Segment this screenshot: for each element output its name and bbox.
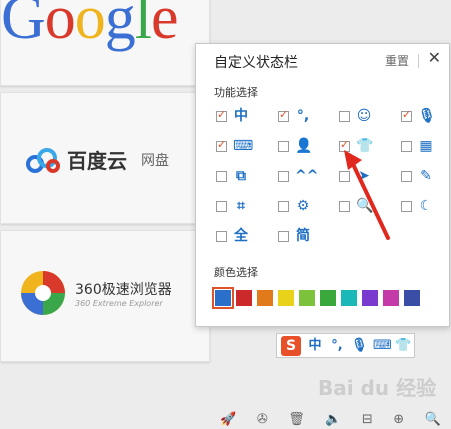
toolbar-icon[interactable]: 🗑	[288, 412, 305, 427]
option-checkbox[interactable]	[278, 140, 289, 152]
option-icon: 🎙	[418, 108, 436, 124]
function-option[interactable]: ☺	[339, 109, 372, 123]
baidu-pan-label: 网盘	[141, 152, 169, 169]
option-icon: 简	[296, 228, 310, 244]
google-logo: Google	[1, 0, 179, 52]
color-section-label: 颜色选择	[214, 266, 258, 279]
reset-button[interactable]: 重置	[385, 52, 409, 69]
option-checkbox[interactable]	[216, 108, 227, 122]
ime-status-bar[interactable]: S 中 °, 🎙 ⌨ 👕	[276, 333, 415, 358]
toolbar-icon[interactable]: ⊕	[393, 412, 404, 427]
panel-title: 自定义状态栏	[214, 55, 298, 71]
color-swatch[interactable]	[362, 290, 378, 306]
option-icon: ⌨	[233, 138, 254, 154]
option-icon: ☾	[419, 198, 433, 214]
function-option[interactable]: 简	[278, 229, 311, 243]
option-checkbox[interactable]	[278, 230, 289, 242]
function-option[interactable]: ☾	[401, 199, 434, 213]
baidu-cloud-tile[interactable]: 百度云 网盘	[0, 92, 210, 224]
color-swatch[interactable]	[212, 287, 234, 309]
function-option[interactable]: ⌨	[216, 138, 254, 154]
option-icon: 中	[234, 108, 248, 124]
color-swatch[interactable]	[383, 290, 399, 306]
option-checkbox[interactable]	[401, 108, 412, 122]
toolbar-icon[interactable]: 🚀	[220, 412, 236, 427]
color-swatch[interactable]	[278, 290, 294, 306]
function-option[interactable]: 🎙	[401, 108, 436, 124]
option-icon: ⧉	[236, 168, 246, 184]
toolbar-icon[interactable]: 🔈	[325, 412, 341, 427]
ime-status-icon[interactable]: 🎙	[351, 339, 368, 352]
toolbar-icon[interactable]: ✇	[257, 412, 268, 427]
color-swatches	[212, 287, 420, 309]
option-checkbox[interactable]	[401, 140, 412, 152]
ime-status-icon[interactable]: 中	[307, 339, 323, 352]
option-icon: ▦	[419, 138, 433, 154]
ime-status-icon[interactable]: 👕	[395, 339, 411, 352]
function-option[interactable]: ⚙	[278, 199, 311, 213]
option-icon: ☺	[356, 108, 372, 124]
google-tile[interactable]: Google	[0, 0, 210, 86]
function-option[interactable]: °,	[278, 108, 311, 124]
option-checkbox[interactable]	[216, 138, 227, 152]
red-arrow-annotation	[344, 150, 390, 240]
option-checkbox[interactable]	[278, 170, 289, 182]
browser-360-name: 360极速浏览器	[75, 281, 172, 298]
toolbar-icon[interactable]: 🔍	[425, 412, 441, 427]
option-checkbox[interactable]	[216, 230, 227, 242]
browser-360-icon	[21, 271, 65, 315]
ime-status-icon[interactable]: ⌨	[373, 339, 392, 352]
option-checkbox[interactable]	[278, 108, 289, 122]
watermark: Bai du 经验	[318, 376, 437, 400]
option-icon: ⚙	[296, 198, 310, 214]
sogou-logo-icon[interactable]: S	[281, 335, 301, 356]
color-swatch[interactable]	[320, 290, 336, 306]
color-swatch[interactable]	[299, 290, 315, 306]
toolbar-icon[interactable]: ⊟	[362, 412, 373, 427]
color-swatch[interactable]	[404, 290, 420, 306]
browser-360-tile[interactable]: 360极速浏览器 360 Extreme Explorer	[0, 230, 210, 362]
divider	[418, 54, 419, 68]
function-option[interactable]: ▦	[401, 139, 434, 153]
baidu-cloud-name: 百度云	[67, 151, 127, 173]
option-checkbox[interactable]	[401, 200, 412, 212]
function-option[interactable]: 中	[216, 108, 249, 124]
function-option[interactable]: 全	[216, 229, 249, 243]
option-icon: °,	[296, 108, 310, 124]
option-checkbox[interactable]	[216, 170, 227, 182]
option-icon: 全	[234, 228, 248, 244]
bottom-toolbar: 🚀 ✇ 🗑 🔈 ⊟ ⊕ 🔍	[210, 410, 451, 429]
function-option[interactable]: ^^	[278, 168, 319, 184]
color-swatch[interactable]	[341, 290, 357, 306]
option-checkbox[interactable]	[216, 200, 227, 212]
color-swatch[interactable]	[257, 290, 273, 306]
option-icon: ⌗	[237, 198, 245, 214]
close-icon[interactable]: ✕	[428, 48, 441, 67]
ime-status-icon[interactable]: °,	[329, 339, 345, 352]
function-option[interactable]: 👤	[278, 138, 313, 154]
color-swatch[interactable]	[236, 290, 252, 306]
option-checkbox[interactable]	[278, 200, 289, 212]
option-checkbox[interactable]	[339, 110, 350, 122]
function-section-label: 功能选择	[214, 86, 258, 99]
option-icon: ✎	[420, 168, 432, 184]
option-icon: 👤	[295, 138, 313, 154]
function-option[interactable]: ✎	[401, 169, 434, 183]
custom-statusbar-panel: 自定义状态栏 重置 ✕ 功能选择 中°,☺🎙⌨👤👕▦⧉^^➤✎⌗⚙🔍☾全简 颜色…	[195, 43, 450, 327]
baidu-cloud-icon	[26, 147, 60, 173]
function-option[interactable]: ⧉	[216, 169, 249, 183]
browser-360-subtitle: 360 Extreme Explorer	[75, 298, 163, 308]
option-checkbox[interactable]	[401, 170, 412, 182]
function-option[interactable]: ⌗	[216, 199, 249, 213]
option-icon: ^^	[295, 168, 319, 184]
